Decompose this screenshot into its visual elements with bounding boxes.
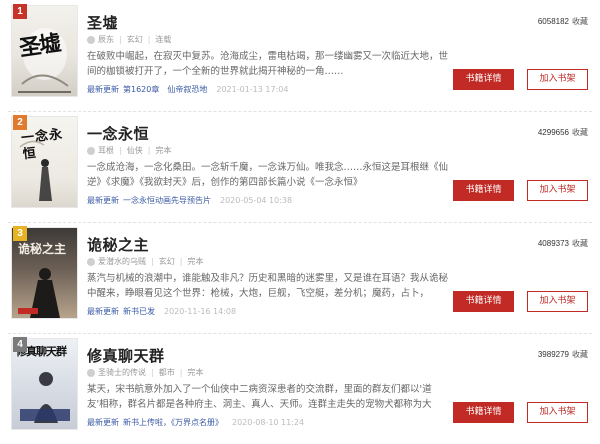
rank-badge: 3 — [13, 226, 27, 241]
author-icon — [87, 146, 95, 155]
book-author[interactable]: 耳根 — [98, 145, 114, 156]
book-meta: 爱潜水的乌贼 | 玄幻 | 完本 — [87, 256, 203, 267]
book-detail-button[interactable]: 书籍详情 — [453, 180, 514, 201]
book-title[interactable]: 诡秘之主 — [87, 234, 149, 255]
book-title[interactable]: 修真聊天群 — [87, 345, 165, 366]
book-author[interactable]: 圣骑士的传说 — [98, 367, 146, 378]
cover-title: 圣墟 — [17, 30, 61, 62]
book-author[interactable]: 辰东 — [98, 34, 114, 45]
collect-label: 收藏 — [572, 17, 588, 26]
book-title[interactable]: 一念永恒 — [87, 123, 149, 144]
book-meta: 辰东 | 玄幻 | 连载 — [87, 34, 171, 45]
author-icon — [87, 368, 95, 377]
book-item: 圣墟 1 圣墟 辰东 | 玄幻 | 连载 在破败中崛起，在寂灭中复苏。沧海成尘，… — [0, 4, 600, 108]
meta-divider: | — [179, 368, 183, 377]
collect-label: 收藏 — [572, 128, 588, 137]
book-meta: 圣骑士的传说 | 都市 | 完本 — [87, 367, 203, 378]
list-divider — [8, 333, 592, 334]
collect-count: 3989279 收藏 — [538, 349, 588, 360]
book-category[interactable]: 玄幻 — [159, 256, 175, 267]
book-meta: 耳根 | 仙侠 | 完本 — [87, 145, 171, 156]
update-time: 2020-08-10 11:24 — [232, 418, 305, 427]
update-time: 2020-11-16 14:08 — [164, 307, 237, 316]
book-category[interactable]: 仙侠 — [127, 145, 143, 156]
add-to-shelf-button[interactable]: 加入书架 — [527, 291, 588, 312]
book-item: 一念永恒 2 一念永恒 耳根 | 仙侠 | 完本 一念成沧海，一念化桑田。一念斩… — [0, 115, 600, 219]
author-icon — [87, 257, 95, 266]
author-icon — [87, 35, 95, 44]
meta-divider: | — [147, 35, 151, 44]
book-ranking-list: 圣墟 1 圣墟 辰东 | 玄幻 | 连载 在破败中崛起，在寂灭中复苏。沧海成尘，… — [0, 0, 600, 444]
collect-number: 4089373 — [537, 239, 569, 248]
latest-chapter-link[interactable]: 第1620章 仙帝叙恐地 — [123, 84, 207, 95]
book-item: 诡秘之主 3 诡秘之主 爱潜水的乌贼 | 玄幻 | 完本 蒸汽与机械的浪潮中，谁… — [0, 226, 600, 330]
meta-divider: | — [119, 35, 122, 44]
meta-divider: | — [151, 368, 154, 377]
latest-update-label: 最新更新 — [87, 418, 119, 427]
book-description: 蒸汽与机械的浪潮中，谁能触及非凡？历史和黑暗的迷雾里，又是谁在耳语？我从诡秘中醒… — [87, 273, 449, 299]
add-to-shelf-button[interactable]: 加入书架 — [527, 402, 588, 423]
latest-chapter-link[interactable]: 新书已发 — [123, 306, 155, 317]
collect-count: 6058182 收藏 — [538, 16, 588, 27]
book-status: 完本 — [187, 368, 204, 377]
latest-update: 最新更新 新书上传啦，《万界点名册》 2020-08-10 11:24 — [87, 417, 304, 428]
latest-update-label: 最新更新 — [87, 307, 119, 316]
list-divider — [8, 222, 592, 223]
rank-badge: 1 — [13, 4, 27, 19]
collect-number: 6058182 — [537, 17, 569, 26]
rank-badge: 2 — [13, 115, 27, 130]
latest-chapter-link[interactable]: 新书上传啦，《万界点名册》 — [123, 417, 223, 428]
book-description: 一念成沧海，一念化桑田。一念斩千魔，一念诛万仙。唯我念……永恒这是耳根继《仙逆》… — [87, 162, 449, 188]
cover-title: 诡秘之主 — [18, 242, 67, 256]
latest-chapter-link[interactable]: 一念永恒动画先导预告片 — [123, 195, 211, 206]
latest-update-label: 最新更新 — [87, 196, 119, 205]
book-status: 连载 — [155, 35, 172, 44]
book-status: 完本 — [155, 146, 172, 155]
book-category[interactable]: 玄幻 — [127, 34, 143, 45]
latest-update: 最新更新 新书已发 2020-11-16 14:08 — [87, 306, 236, 317]
collect-label: 收藏 — [572, 350, 588, 359]
meta-divider: | — [119, 146, 122, 155]
add-to-shelf-button[interactable]: 加入书架 — [527, 69, 588, 90]
meta-divider: | — [179, 257, 183, 266]
collect-number: 3989279 — [537, 350, 569, 359]
book-description: 某天，宋书航意外加入了一个仙侠中二病资深患者的交流群，里面的群友们都以'道友'相… — [87, 384, 432, 410]
book-description: 在破败中崛起，在寂灭中复苏。沧海成尘，雷电枯竭，那一缕幽雾又一次临近大地，世间的… — [87, 51, 449, 77]
book-detail-button[interactable]: 书籍详情 — [453, 69, 514, 90]
book-status: 完本 — [187, 257, 204, 266]
book-item: 修真聊天群 4 修真聊天群 圣骑士的传说 | 都市 | 完本 某天，宋书航意外加… — [0, 337, 600, 441]
cover-title: 一念永恒 — [20, 127, 64, 163]
meta-divider: | — [147, 146, 151, 155]
collect-number: 4299656 — [537, 128, 569, 137]
latest-update: 最新更新 一念永恒动画先导预告片 2020-05-04 10:38 — [87, 195, 292, 206]
collect-label: 收藏 — [572, 239, 588, 248]
book-detail-button[interactable]: 书籍详情 — [453, 291, 514, 312]
book-category[interactable]: 都市 — [159, 367, 175, 378]
rank-badge: 4 — [13, 337, 27, 352]
latest-update: 最新更新 第1620章 仙帝叙恐地 2021-01-13 17:04 — [87, 84, 288, 95]
collect-count: 4089373 收藏 — [538, 238, 588, 249]
collect-count: 4299656 收藏 — [538, 127, 588, 138]
meta-divider: | — [151, 257, 154, 266]
latest-update-label: 最新更新 — [87, 85, 119, 94]
book-author[interactable]: 爱潜水的乌贼 — [98, 256, 146, 267]
book-detail-button[interactable]: 书籍详情 — [453, 402, 514, 423]
update-time: 2021-01-13 17:04 — [216, 85, 289, 94]
book-title[interactable]: 圣墟 — [87, 12, 118, 33]
add-to-shelf-button[interactable]: 加入书架 — [527, 180, 588, 201]
update-time: 2020-05-04 10:38 — [220, 196, 293, 205]
list-divider — [8, 111, 592, 112]
